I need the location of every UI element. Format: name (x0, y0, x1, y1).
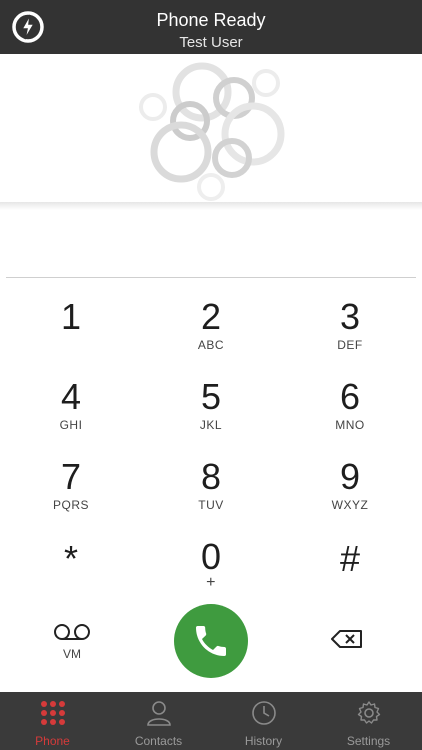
tab-phone[interactable]: Phone (0, 692, 105, 750)
user-name: Test User (179, 34, 243, 51)
key-7[interactable]: 7 PQRS (16, 458, 126, 530)
key-6[interactable]: 6 MNO (295, 378, 405, 450)
voicemail-icon (54, 624, 90, 640)
page-title: Phone Ready (156, 10, 266, 30)
key-2[interactable]: 2 ABC (156, 298, 266, 370)
backspace-button[interactable] (330, 628, 366, 654)
tab-bar: Phone Contacts History Settings (0, 692, 422, 750)
rings-graphic-icon (139, 62, 285, 201)
number-display[interactable] (8, 212, 414, 272)
key-hash[interactable]: # (295, 540, 405, 612)
tab-history[interactable]: History (211, 692, 316, 750)
key-3[interactable]: 3 DEF (295, 298, 405, 370)
tab-contacts[interactable]: Contacts (106, 692, 211, 750)
banner-shadow (0, 202, 422, 210)
key-4[interactable]: 4 GHI (16, 378, 126, 450)
key-0[interactable]: 0 + (156, 538, 266, 610)
phone-icon (196, 626, 226, 656)
key-5[interactable]: 5 JKL (156, 378, 266, 450)
voicemail-button[interactable]: VM (46, 622, 98, 662)
backspace-icon (331, 630, 362, 648)
app-header: Phone Ready Test User (0, 0, 422, 54)
key-8[interactable]: 8 TUV (156, 458, 266, 530)
key-9[interactable]: 9 WXYZ (295, 458, 405, 530)
contacts-icon (147, 701, 171, 726)
gear-icon (357, 701, 381, 724)
tab-settings[interactable]: Settings (316, 692, 421, 750)
history-icon (252, 701, 276, 725)
key-star[interactable]: * (16, 540, 126, 612)
dialpad-icon (41, 701, 65, 725)
banner-graphic (0, 54, 422, 204)
call-button[interactable] (174, 604, 248, 678)
key-1[interactable]: 1 (16, 298, 126, 370)
divider (6, 277, 416, 278)
